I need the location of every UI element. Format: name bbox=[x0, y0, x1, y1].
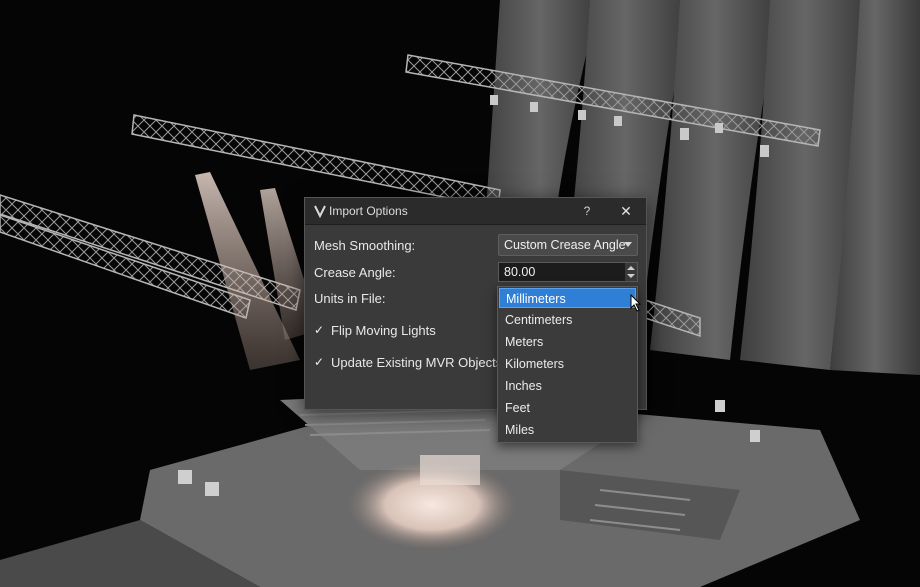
mesh-smoothing-value: Custom Crease Angle bbox=[504, 238, 626, 252]
dialog-titlebar[interactable]: Import Options ? ✕ bbox=[305, 198, 646, 225]
mouse-cursor-icon bbox=[630, 294, 642, 312]
checkmark-icon: ✓ bbox=[314, 355, 325, 369]
dialog-title: Import Options bbox=[329, 204, 408, 218]
units-label: Units in File: bbox=[314, 291, 386, 306]
units-option[interactable]: Inches bbox=[499, 376, 636, 396]
flip-moving-lights-label: Flip Moving Lights bbox=[331, 323, 436, 338]
units-option[interactable]: Feet bbox=[499, 398, 636, 418]
checkmark-icon: ✓ bbox=[314, 323, 325, 337]
chevron-down-icon bbox=[624, 242, 632, 247]
stage-platform bbox=[0, 390, 860, 587]
units-option[interactable]: Centimeters bbox=[499, 310, 636, 330]
crease-angle-input[interactable] bbox=[499, 263, 624, 281]
mesh-smoothing-label: Mesh Smoothing: bbox=[314, 238, 416, 253]
mesh-smoothing-select[interactable]: Custom Crease Angle bbox=[498, 234, 638, 256]
help-button[interactable]: ? bbox=[578, 201, 596, 221]
units-option[interactable]: Millimeters bbox=[499, 288, 636, 308]
crease-angle-spinbox[interactable] bbox=[498, 262, 638, 282]
update-mvr-label: Update Existing MVR Objects bbox=[331, 355, 503, 370]
close-button[interactable]: ✕ bbox=[616, 201, 636, 221]
spin-up-icon[interactable] bbox=[627, 266, 635, 270]
units-option[interactable]: Miles bbox=[499, 420, 636, 440]
spin-buttons[interactable] bbox=[625, 263, 637, 281]
crease-angle-label: Crease Angle: bbox=[314, 265, 396, 280]
units-option[interactable]: Kilometers bbox=[499, 354, 636, 374]
units-option[interactable]: Meters bbox=[499, 332, 636, 352]
spin-down-icon[interactable] bbox=[627, 274, 635, 278]
units-dropdown-list[interactable]: Millimeters Centimeters Meters Kilometer… bbox=[497, 286, 638, 443]
app-logo-icon bbox=[314, 205, 326, 219]
